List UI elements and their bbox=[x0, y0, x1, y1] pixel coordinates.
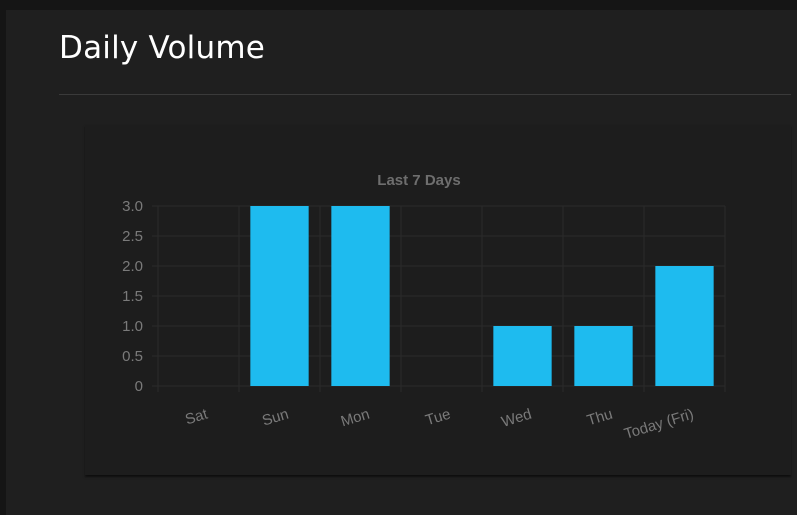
x-tick-label: Sat bbox=[183, 405, 210, 428]
chart-title: Last 7 Days bbox=[377, 172, 460, 189]
y-tick-label: 1.5 bbox=[122, 288, 143, 305]
x-tick-label: Wed bbox=[499, 406, 533, 431]
y-tick-label: 1.0 bbox=[122, 318, 143, 335]
bar-thu bbox=[574, 326, 633, 386]
x-tick-label: Today (Fri) bbox=[622, 406, 696, 443]
x-tick-label: Sun bbox=[260, 406, 291, 430]
bar-sun bbox=[250, 206, 309, 386]
bar-today-fri bbox=[655, 266, 714, 386]
y-tick-label: 2.0 bbox=[122, 258, 143, 275]
y-tick-label: 0 bbox=[135, 378, 143, 395]
x-tick-label: Mon bbox=[339, 406, 372, 431]
y-tick-label: 2.5 bbox=[122, 228, 143, 245]
y-tick-label: 0.5 bbox=[122, 348, 143, 365]
y-axis: 0 0.5 1.0 1.5 2.0 2.5 3.0 bbox=[122, 198, 143, 395]
x-tick-label: Thu bbox=[585, 406, 615, 430]
bar-wed bbox=[493, 326, 552, 386]
grid-lines bbox=[152, 205, 726, 392]
x-axis: Sat Sun Mon Tue Wed Thu Today (Fri) bbox=[183, 405, 696, 442]
y-tick-label: 3.0 bbox=[122, 198, 143, 215]
bar-mon bbox=[331, 206, 390, 386]
x-tick-label: Tue bbox=[424, 406, 453, 430]
bar-chart: Last 7 Days 0 0.5 1.0 1.5 2.0 2.5 3.0 Sat Sun Mo… bbox=[122, 172, 726, 443]
